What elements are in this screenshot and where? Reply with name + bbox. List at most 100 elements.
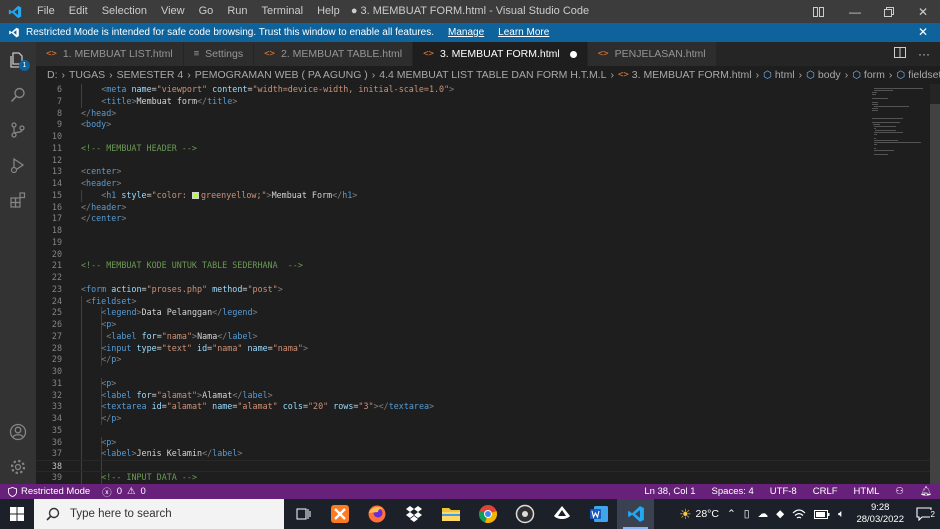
code-line[interactable]: 37 <label>Jenis Kelamin</label>	[36, 448, 940, 460]
menu-item-file[interactable]: File	[30, 0, 62, 23]
code-line[interactable]: 12	[36, 155, 940, 167]
explorer-icon[interactable]: 1	[0, 42, 36, 77]
code-line[interactable]: 28 <input type="text" id="nama" name="nam…	[36, 342, 940, 355]
code-line[interactable]: 14 <header>	[36, 178, 940, 190]
menu-item-view[interactable]: View	[154, 0, 192, 23]
problems-indicator[interactable]: ⓧ 0 ⚠ 0	[102, 485, 146, 499]
tab-5[interactable]: <> PENJELASAN.html	[587, 42, 717, 66]
extensions-icon[interactable]	[0, 182, 36, 217]
breadcrumb-symbol[interactable]: html	[775, 69, 795, 81]
windows-start-icon[interactable]	[0, 499, 34, 529]
code-line[interactable]: 10	[36, 131, 940, 143]
notifications-bell-icon[interactable]: 🔔︎	[920, 486, 932, 497]
breadcrumb-item[interactable]: 3. MEMBUAT FORM.html	[632, 69, 752, 81]
code-line[interactable]: 23 <form action="proses.php" method="post…	[36, 284, 940, 296]
code-line[interactable]: 11 <!-- MEMBUAT HEADER -->	[36, 143, 940, 155]
code-line[interactable]: 29 </p>	[36, 354, 940, 366]
code-line[interactable]: 13 <center>	[36, 166, 940, 178]
tab-1[interactable]: <> 1. MEMBUAT LIST.html	[36, 42, 184, 66]
search-icon[interactable]	[0, 77, 36, 112]
notification-center-icon[interactable]: 2	[912, 507, 940, 521]
code-line[interactable]: 38	[36, 460, 940, 472]
breadcrumb-item[interactable]: TUGAS	[69, 69, 105, 81]
code-line[interactable]: 39 <!-- INPUT DATA -->	[36, 471, 940, 484]
menu-item-go[interactable]: Go	[192, 0, 221, 23]
vscode-taskbar-icon[interactable]	[617, 499, 654, 529]
manage-link[interactable]: Manage	[448, 27, 484, 38]
breadcrumb-symbol[interactable]: fieldset	[908, 69, 940, 81]
code-editor[interactable]: 6 <meta name="viewport" content="width=de…	[36, 84, 940, 484]
line-endings[interactable]: CRLF	[813, 486, 838, 497]
menu-item-selection[interactable]: Selection	[95, 0, 154, 23]
breadcrumb-symbol[interactable]: form	[864, 69, 885, 81]
code-line[interactable]: 6 <meta name="viewport" content="width=de…	[36, 84, 940, 96]
restore-button[interactable]	[872, 0, 906, 23]
breadcrumb-item[interactable]: 4.4 MEMBUAT LIST TABLE DAN FORM H.T.M.L	[379, 69, 606, 81]
menu-item-edit[interactable]: Edit	[62, 0, 95, 23]
code-line[interactable]: 8 </head>	[36, 108, 940, 120]
obs-icon[interactable]	[506, 499, 543, 529]
usb-icon[interactable]: ▯	[740, 508, 754, 520]
split-editor-icon[interactable]	[894, 47, 906, 61]
code-line[interactable]: 22	[36, 272, 940, 284]
code-line[interactable]: 31 <p>	[36, 377, 940, 390]
firefox-icon[interactable]	[358, 499, 395, 529]
code-line[interactable]: 32 <label for="alamat">Alamat</label>	[36, 389, 940, 402]
breadcrumb-item[interactable]: PEMOGRAMAN WEB ( PA AGUNG )	[195, 69, 368, 81]
feedback-icon[interactable]: ⚇	[895, 486, 904, 497]
breadcrumb-symbol[interactable]: body	[818, 69, 841, 81]
breadcrumb-item[interactable]: SEMESTER 4	[117, 69, 184, 81]
clock[interactable]: 9:28 28/03/2022	[848, 502, 912, 526]
code-line[interactable]: 15 <h1 style="color: greenyellow;">Membua…	[36, 189, 940, 202]
encoding[interactable]: UTF-8	[770, 486, 797, 497]
volume-icon[interactable]: 🔈︎	[834, 508, 848, 521]
weather-widget[interactable]: ☀ 28°C	[675, 506, 723, 523]
language-mode[interactable]: HTML	[854, 486, 880, 497]
code-line[interactable]: 26 <p>	[36, 319, 940, 331]
onedrive-cloud-icon[interactable]: ☁	[754, 508, 773, 520]
layout-icon[interactable]	[806, 0, 830, 23]
scrollbar-thumb[interactable]	[930, 104, 940, 484]
indentation[interactable]: Spaces: 4	[712, 486, 754, 497]
code-line[interactable]: 17 </center>	[36, 213, 940, 225]
task-view-icon[interactable]	[284, 499, 321, 529]
minimize-button[interactable]: —	[838, 0, 872, 23]
more-actions-icon[interactable]: ···	[918, 47, 930, 61]
unsaved-dot-icon[interactable]	[569, 50, 577, 58]
code-line[interactable]: 19	[36, 237, 940, 249]
file-explorer-icon[interactable]	[432, 499, 469, 529]
color-swatch-icon[interactable]	[191, 191, 199, 199]
dropbox-icon[interactable]	[395, 499, 432, 529]
code-line[interactable]: 21 <!-- MEMBUAT KODE UNTUK TABLE SEDERHAN…	[36, 260, 940, 272]
restricted-mode-indicator[interactable]: Restricted Mode	[0, 484, 99, 499]
menu-item-help[interactable]: Help	[310, 0, 347, 23]
learn-more-link[interactable]: Learn More	[498, 27, 549, 38]
manage-gear-icon[interactable]	[0, 449, 36, 484]
tab-4[interactable]: <> 3. MEMBUAT FORM.html	[413, 42, 588, 66]
code-line[interactable]: 18	[36, 225, 940, 237]
close-banner-icon[interactable]: ✕	[918, 25, 928, 39]
menu-item-run[interactable]: Run	[220, 0, 254, 23]
code-line[interactable]: 30	[36, 366, 940, 378]
code-line[interactable]: 25 <legend>Data Pelanggan</legend>	[36, 307, 940, 319]
code-line[interactable]: 27 <label for="nama">Nama</label>	[36, 330, 940, 343]
code-line[interactable]: 7 <title>Membuat form</title>	[36, 95, 940, 108]
code-line[interactable]: 16 </header>	[36, 202, 940, 214]
code-line[interactable]: 9 <body>	[36, 119, 940, 131]
dropbox-tray-icon[interactable]: ◆	[772, 508, 788, 520]
cursor-position[interactable]: Ln 38, Col 1	[644, 486, 695, 497]
breadcrumb-item[interactable]: D:	[47, 69, 58, 81]
xampp-icon[interactable]	[321, 499, 358, 529]
taskbar-search[interactable]: Type here to search	[34, 499, 284, 529]
code-line[interactable]: 34 </p>	[36, 413, 940, 425]
run-debug-icon[interactable]	[0, 147, 36, 182]
word-icon[interactable]	[580, 499, 617, 529]
minimap[interactable]	[870, 84, 930, 484]
accounts-icon[interactable]	[0, 414, 36, 449]
editor-scrollbar[interactable]	[930, 84, 940, 484]
code-line[interactable]: 20	[36, 249, 940, 261]
code-line[interactable]: 36 <p>	[36, 436, 940, 449]
close-window-button[interactable]: ✕	[906, 0, 940, 23]
inkscape-icon[interactable]	[543, 499, 580, 529]
code-line[interactable]: 33 <textarea id="alamat" name="alamat" co…	[36, 401, 940, 413]
